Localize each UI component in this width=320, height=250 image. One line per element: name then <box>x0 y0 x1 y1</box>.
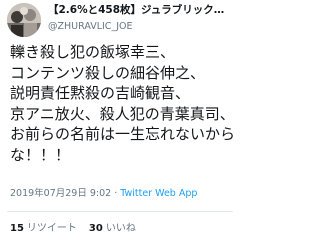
likes-label[interactable]: いいね <box>106 223 136 234</box>
tweet-timestamp[interactable]: 2019年07月29日 9:02 <box>10 188 111 199</box>
tweet-text-line: コンテンツ殺しの細谷伸之、 <box>10 63 206 82</box>
retweets-count[interactable]: 15 <box>10 223 24 234</box>
tweet-header: 【2.6%と458枚】ジュラブリック… @ZHURAVLIC_JOE <box>0 0 240 42</box>
retweets-label[interactable]: リツイート <box>27 223 77 234</box>
tweet-text: 轢き殺し犯の飯塚幸三、 コンテンツ殺しの細谷伸之、 説明責任黙殺の吉崎観音、 京… <box>10 42 236 165</box>
tweet-text-line: 京アニ放火、殺人犯の青葉真司、 <box>10 104 235 123</box>
avatar[interactable] <box>7 3 41 37</box>
divider <box>7 211 233 212</box>
tweet-card: 【2.6%と458枚】ジュラブリック… @ZHURAVLIC_JOE 轢き殺し犯… <box>0 0 240 250</box>
tweet-text-line: 説明責任黙殺の吉崎観音、 <box>10 84 191 102</box>
tweet-stats: 15 リツイート 30 いいね <box>10 222 136 235</box>
tweet-text-line: 轢き殺し犯の飯塚幸三、 <box>10 43 176 61</box>
likes-count[interactable]: 30 <box>89 223 103 234</box>
tweet-text-line: な！！！ <box>10 145 71 164</box>
meta-separator: · <box>114 188 118 199</box>
tweet-source-link[interactable]: Twitter Web App <box>120 188 197 199</box>
user-handle[interactable]: @ZHURAVLIC_JOE <box>48 21 132 33</box>
tweet-text-line: お前らの名前は一生忘れないから <box>10 125 236 143</box>
display-name[interactable]: 【2.6%と458枚】ジュラブリック… <box>48 4 238 17</box>
tweet-meta: 2019年07月29日 9:02 · Twitter Web App <box>10 188 197 200</box>
avatar-image-icon <box>7 3 41 37</box>
